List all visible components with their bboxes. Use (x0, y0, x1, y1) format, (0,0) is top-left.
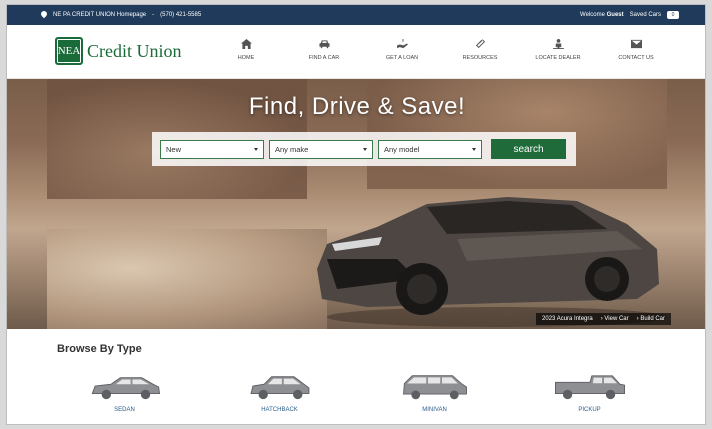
vehicle-type-list: SEDAN HATCHBACK MINIVAN PICKUP (47, 373, 667, 413)
type-sedan[interactable]: SEDAN (47, 373, 202, 413)
condition-select[interactable]: New (160, 139, 264, 159)
condition-select-value: New (166, 144, 182, 154)
featured-car-caption: 2023 Acura Integra View Car Build Car (536, 313, 671, 325)
homepage-link[interactable]: NE PA CREDIT UNION Homepage (53, 12, 146, 18)
home-icon (240, 39, 252, 49)
browser-frame: NE PA CREDIT UNION Homepage - (570) 421-… (6, 4, 706, 425)
saved-cars-count-badge[interactable]: 0 (667, 11, 679, 19)
nav-locate-dealer[interactable]: LOCATE DEALER (519, 39, 597, 61)
nav-find-a-car-label: FIND A CAR (308, 55, 340, 61)
nav-resources[interactable]: RESOURCES (441, 39, 519, 61)
type-hatchback[interactable]: HATCHBACK (202, 373, 357, 413)
browse-section-title: Browse By Type (57, 343, 142, 355)
nav-home[interactable]: HOME (207, 39, 285, 61)
location-pin-icon (41, 11, 47, 19)
caption-car-name: 2023 Acura Integra (542, 316, 593, 322)
nav-locate-dealer-label: LOCATE DEALER (535, 55, 581, 61)
nav-resources-label: RESOURCES (462, 55, 498, 61)
nav-home-label: HOME (237, 55, 255, 61)
hero-banner: Find, Drive & Save! New Any make Any mod… (7, 79, 705, 329)
hero-background-rock (47, 229, 327, 329)
dealer-person-icon (552, 39, 564, 49)
type-pickup-label: PICKUP (578, 407, 601, 413)
loan-hand-icon (396, 39, 408, 49)
separator: - (152, 12, 155, 18)
site-logo[interactable]: NEA Credit Union (55, 37, 182, 65)
nav-get-a-loan[interactable]: GET A LOAN (363, 39, 441, 61)
minivan-icon (402, 375, 467, 400)
site-header: NEA Credit Union HOME FIND A CAR GET A L… (7, 25, 705, 79)
type-sedan-label: SEDAN (114, 407, 135, 413)
nav-contact-us[interactable]: CONTACT US (597, 39, 675, 61)
car-icon (318, 40, 330, 49)
chevron-down-icon (254, 147, 258, 151)
nav-find-a-car[interactable]: FIND A CAR (285, 39, 363, 61)
welcome-text: Welcome Guest (580, 12, 624, 18)
build-car-link[interactable]: Build Car (637, 316, 665, 322)
type-hatchback-label: HATCHBACK (261, 407, 298, 413)
type-minivan[interactable]: MINIVAN (357, 373, 512, 413)
saved-cars-link[interactable]: Saved Cars (630, 12, 661, 18)
paperclip-icon (475, 39, 485, 49)
view-car-link[interactable]: View Car (601, 316, 628, 322)
hatchback-icon (249, 376, 309, 400)
type-minivan-label: MINIVAN (422, 407, 447, 413)
browse-by-type-section: Browse By Type SEDAN HATCHBACK MINIVAN P… (7, 329, 705, 424)
featured-car-image[interactable] (307, 149, 667, 329)
type-pickup[interactable]: PICKUP (512, 373, 667, 413)
sedan-icon (91, 377, 160, 400)
hero-title: Find, Drive & Save! (248, 93, 466, 120)
pickup-icon (554, 375, 625, 400)
phone-number[interactable]: (570) 421-5585 (160, 12, 201, 18)
logo-mark: NEA (55, 37, 83, 65)
main-nav: HOME FIND A CAR GET A LOAN RESOURCES LOC… (207, 39, 675, 61)
make-select-value: Any make (275, 144, 309, 154)
top-bar: NE PA CREDIT UNION Homepage - (570) 421-… (7, 5, 705, 25)
nav-get-a-loan-label: GET A LOAN (385, 55, 419, 61)
envelope-icon (630, 39, 642, 49)
nav-contact-us-label: CONTACT US (618, 55, 654, 61)
logo-text: Credit Union (87, 40, 182, 61)
